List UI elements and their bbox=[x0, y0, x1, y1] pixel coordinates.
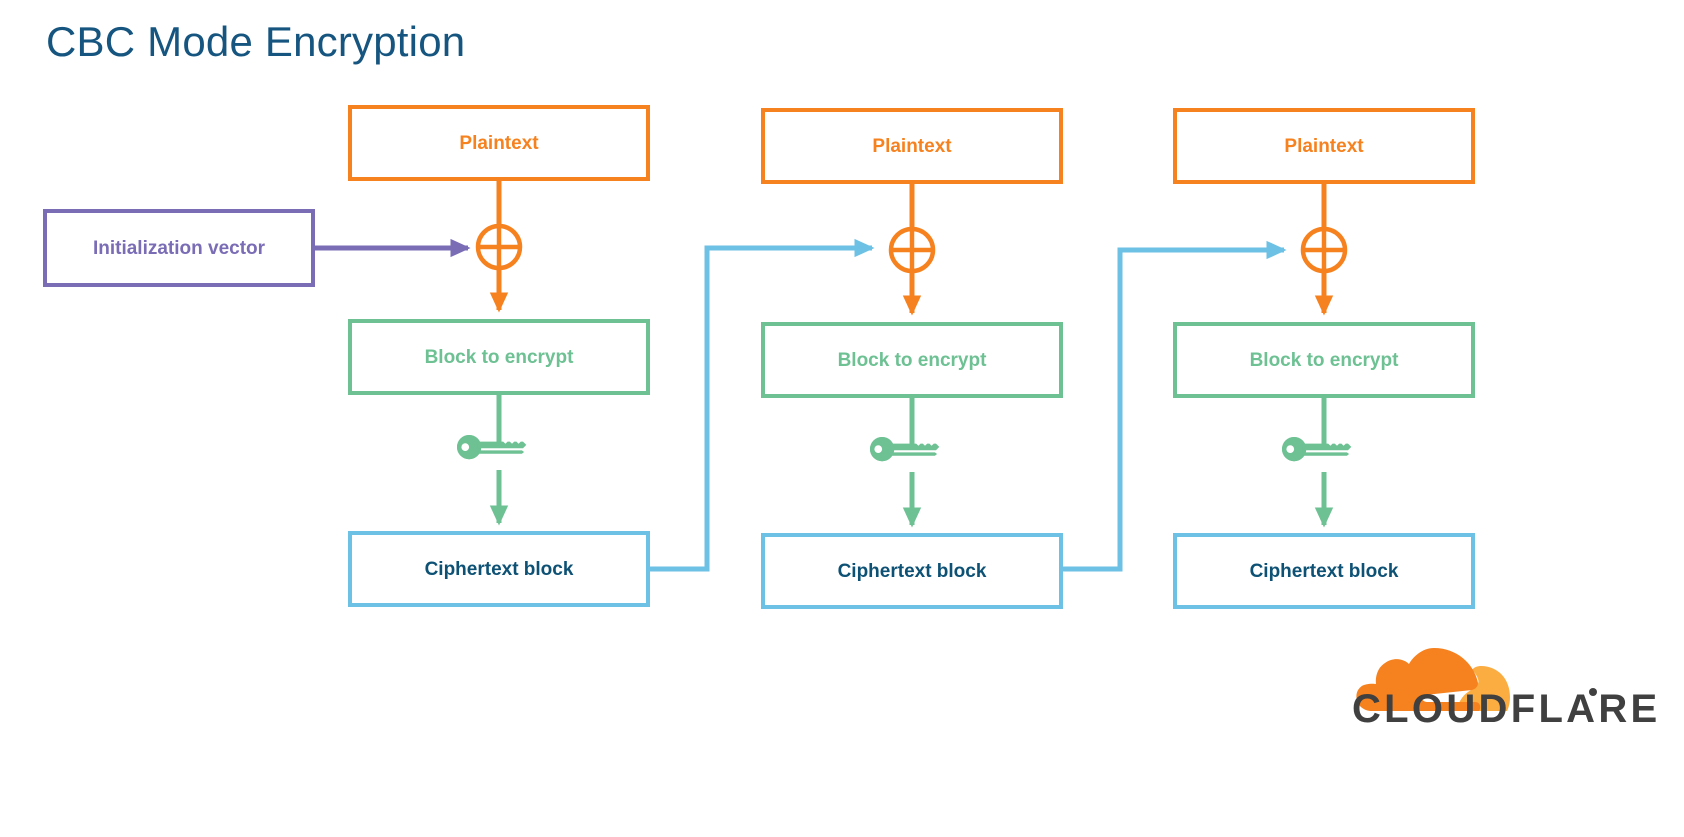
stage-2: Plaintext Block to encrypt Ciphertext bl… bbox=[761, 108, 1063, 609]
ciphertext-block-label-3: Ciphertext block bbox=[1250, 561, 1399, 582]
plaintext-label-3: Plaintext bbox=[1284, 136, 1364, 157]
initialization-vector-node[interactable]: Initialization vector bbox=[43, 209, 315, 287]
key-icon-2 bbox=[870, 437, 940, 462]
plaintext-label-1: Plaintext bbox=[459, 133, 539, 154]
block-to-encrypt-label-3: Block to encrypt bbox=[1250, 350, 1400, 371]
block-to-encrypt-label-2: Block to encrypt bbox=[838, 350, 988, 371]
ciphertext-feedback-path-1 bbox=[648, 238, 875, 572]
cloudflare-logo: CLOUDFLARE bbox=[1352, 648, 1661, 731]
block-to-encrypt-label-1: Block to encrypt bbox=[425, 347, 575, 368]
ciphertext-block-label-2: Ciphertext block bbox=[838, 561, 987, 582]
xor-node-1[interactable] bbox=[475, 223, 523, 271]
key-icon-3 bbox=[1282, 437, 1352, 462]
initialization-vector-label: Initialization vector bbox=[93, 238, 266, 259]
plaintext-label-2: Plaintext bbox=[872, 136, 952, 157]
slide-canvas: CBC Mode Encryption Initialization vecto… bbox=[0, 0, 1684, 837]
cbc-mode-diagram: Initialization vector Plaintext Block to… bbox=[43, 105, 1661, 731]
ciphertext-feedback-path-2 bbox=[1061, 240, 1287, 572]
registered-mark-icon bbox=[1589, 688, 1597, 696]
key-icon-1 bbox=[457, 435, 527, 460]
xor-node-2[interactable] bbox=[888, 226, 936, 274]
ciphertext-block-label-1: Ciphertext block bbox=[425, 559, 574, 580]
stage-1: Plaintext Block to encrypt Ciphertext bl… bbox=[348, 105, 650, 607]
stage-3: Plaintext Block to encrypt Ciphertext bl… bbox=[1173, 108, 1475, 609]
xor-node-3[interactable] bbox=[1300, 226, 1348, 274]
cloudflare-wordmark: CLOUDFLARE bbox=[1352, 687, 1661, 731]
cloudflare-wordmark-text: CLOUDFLARE bbox=[1352, 687, 1661, 731]
